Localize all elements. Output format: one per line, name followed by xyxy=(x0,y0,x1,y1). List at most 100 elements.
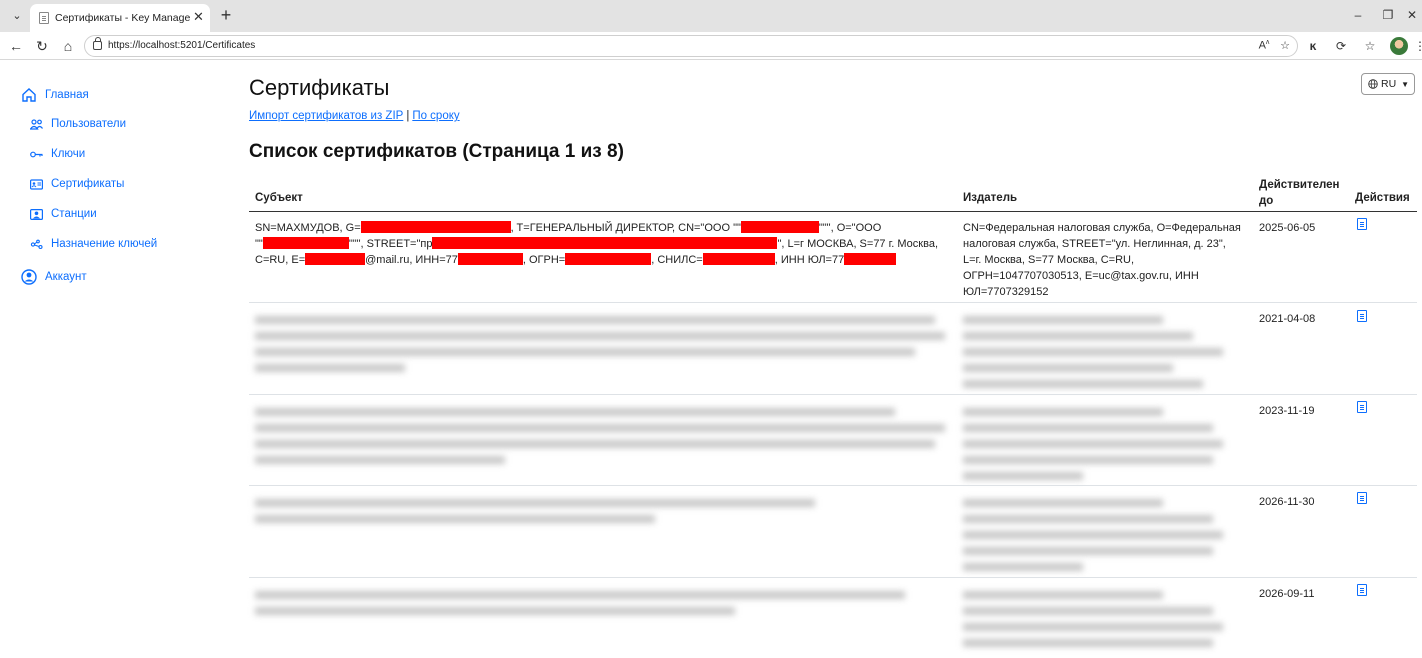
redaction-bar xyxy=(432,237,778,249)
page-title: Сертификаты xyxy=(249,75,390,100)
account-icon xyxy=(21,269,37,285)
sidebar-item-stations[interactable]: Станции xyxy=(30,208,97,220)
column-header-actions: Действия xyxy=(1355,192,1410,204)
link-separator: | xyxy=(406,110,410,122)
cell-valid-to: 2025-06-05 xyxy=(1259,222,1316,234)
document-icon[interactable] xyxy=(1357,492,1367,504)
sidebar-item-label: Аккаунт xyxy=(45,271,87,283)
row-divider xyxy=(249,577,1417,578)
redaction-bar xyxy=(740,221,819,233)
home-button[interactable]: ⌂ xyxy=(58,36,78,56)
sidebar-item-label: Станции xyxy=(51,208,97,220)
cell-valid-to: 2023-11-19 xyxy=(1259,405,1315,417)
cell-subject: SN=МАХМУДОВ, G= , T=ГЕНЕРАЛЬНЫЙ ДИРЕКТОР,… xyxy=(255,220,947,268)
language-label: RU xyxy=(1381,78,1397,90)
row-divider xyxy=(249,485,1417,486)
redaction-bar xyxy=(702,253,775,265)
column-header-issuer: Издатель xyxy=(963,192,1018,204)
favorites-icon[interactable]: ☆ xyxy=(1362,38,1378,54)
sidebar-item-account[interactable]: Аккаунт xyxy=(21,269,87,285)
subject-text: """, STREET="пр xyxy=(348,238,433,250)
subject-text: @mail.ru, ИНН=77 xyxy=(365,254,458,266)
cell-subject-blurred xyxy=(255,404,947,464)
sidebar-item-label: Пользователи xyxy=(51,118,127,130)
subject-text: ", L=г МОСКВА, S=77 г. Москва, xyxy=(777,238,939,250)
subject-text: "" xyxy=(255,238,263,250)
cell-valid-to: 2021-04-08 xyxy=(1259,313,1316,325)
subject-text: SN=МАХМУДОВ, G= xyxy=(255,222,361,234)
column-header-subject: Субъект xyxy=(255,192,303,204)
redaction-bar xyxy=(844,253,897,265)
cell-issuer-blurred xyxy=(963,587,1245,647)
sidebar-item-keys[interactable]: Ключи xyxy=(30,148,85,160)
tab-close-icon[interactable]: ✕ xyxy=(193,10,204,24)
browser-tab-active[interactable]: Сертификаты - Key Manager Адм ✕ xyxy=(30,4,210,32)
redaction-bar xyxy=(360,221,511,233)
document-favicon-icon xyxy=(39,12,49,24)
document-icon[interactable] xyxy=(1357,584,1367,596)
row-divider xyxy=(249,394,1417,395)
list-title: Список сертификатов (Страница 1 из 8) xyxy=(249,141,624,162)
sidebar-item-label: Ключи xyxy=(51,148,86,160)
column-header-valid-to-line1: Действителен xyxy=(1259,179,1340,191)
subject-text: , T=ГЕНЕРАЛЬНЫЙ ДИРЕКТОР, CN="ООО "" xyxy=(510,222,741,234)
language-dropdown[interactable]: RU ▼ xyxy=(1361,73,1415,95)
sort-by-term-link[interactable]: По сроку xyxy=(412,110,459,122)
cell-subject-blurred xyxy=(255,587,947,615)
favorite-star-icon[interactable]: ☆ xyxy=(1278,39,1292,52)
new-tab-button[interactable]: + xyxy=(216,4,236,26)
more-icon[interactable]: ⋮ xyxy=(1412,38,1422,54)
sidebar-item-key-assignment[interactable]: Назначение ключей xyxy=(30,238,157,250)
subject-text: , ИНН ЮЛ=77 xyxy=(774,254,845,266)
browser-essentials-icon[interactable]: ⟳ xyxy=(1333,38,1349,54)
profile-avatar-icon[interactable] xyxy=(1390,37,1408,55)
restore-button[interactable]: ❐ xyxy=(1380,8,1396,22)
back-button[interactable]: ← xyxy=(6,36,26,56)
document-icon[interactable] xyxy=(1357,310,1367,322)
cell-issuer-blurred xyxy=(963,495,1245,571)
document-icon[interactable] xyxy=(1357,218,1367,230)
cell-subject-blurred xyxy=(255,312,947,372)
caret-down-icon: ▼ xyxy=(1401,79,1410,89)
redaction-bar xyxy=(565,253,652,265)
reload-button[interactable]: ↻ xyxy=(32,36,52,56)
sidebar-item-users[interactable]: Пользователи xyxy=(30,118,126,130)
cell-valid-to: 2026-09-11 xyxy=(1259,588,1315,600)
document-icon[interactable] xyxy=(1357,401,1367,413)
cell-issuer-blurred xyxy=(963,312,1245,388)
minimize-button[interactable]: – xyxy=(1350,8,1366,22)
sidebar-item-label: Назначение ключей xyxy=(51,238,158,250)
subject-text: , СНИЛС= xyxy=(651,254,703,266)
sidebar-item-home[interactable]: Главная xyxy=(21,87,89,103)
table-header-divider xyxy=(249,211,1417,212)
tab-list-chevron-icon[interactable]: ⌄ xyxy=(6,6,28,26)
redaction-bar xyxy=(305,253,366,265)
address-bar[interactable]: https://localhost:5201/Certificates Aʌ ☆ xyxy=(84,35,1298,57)
address-url[interactable]: https://localhost:5201/Certificates xyxy=(108,40,255,51)
extension-k-icon[interactable]: ĸ xyxy=(1305,38,1321,54)
read-aloud-icon[interactable]: Aʌ xyxy=(1257,39,1271,52)
sidebar-item-label: Главная xyxy=(45,89,89,101)
globe-icon xyxy=(1368,79,1378,89)
users-icon xyxy=(30,118,43,130)
subject-text: """, O="ООО xyxy=(818,222,882,234)
cell-valid-to: 2026-11-30 xyxy=(1259,496,1315,508)
cell-issuer-blurred xyxy=(963,404,1245,480)
import-zip-link[interactable]: Импорт сертификатов из ZIP xyxy=(249,110,403,122)
lock-icon[interactable] xyxy=(93,37,102,50)
sidebar-item-certificates[interactable]: Сертификаты xyxy=(30,178,124,190)
subject-text: C=RU, E= xyxy=(255,254,306,266)
column-header-valid-to: Действителен до xyxy=(1259,177,1340,209)
key-assign-icon xyxy=(30,239,43,249)
browser-toolbar: ← ↻ ⌂ https://localhost:5201/Certificate… xyxy=(0,32,1422,60)
cell-subject-blurred xyxy=(255,495,947,523)
key-icon xyxy=(30,151,43,157)
home-icon xyxy=(22,88,36,102)
sidebar-item-label: Сертификаты xyxy=(51,178,125,190)
browser-tab-bar: ⌄ Сертификаты - Key Manager Адм ✕ + – ❐ … xyxy=(0,0,1422,32)
redaction-bar xyxy=(262,237,349,249)
certificate-card-icon xyxy=(30,178,43,190)
subject-text: , ОГРН= xyxy=(522,254,566,266)
row-divider xyxy=(249,302,1417,303)
window-close-button[interactable]: ✕ xyxy=(1404,8,1420,22)
